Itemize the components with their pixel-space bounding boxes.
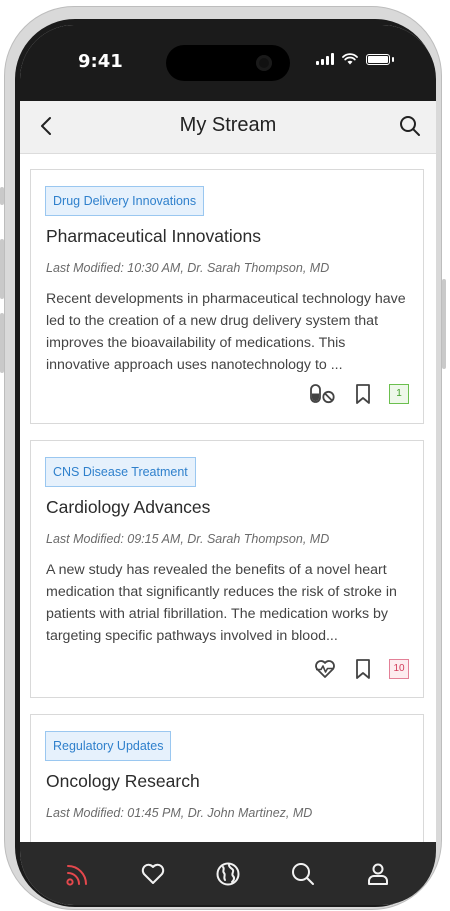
card-summary: Recent developments in pharmaceutical te… <box>46 291 406 373</box>
card-meta: Last Modified: 01:45 PM, Dr. John Martin… <box>46 806 313 820</box>
page-title: My Stream <box>179 114 277 136</box>
side-button-left-1 <box>0 187 4 205</box>
screen: 9:41 My Stream Drug Delivery Innovations… <box>20 25 436 905</box>
card-actions: 1 <box>309 382 409 406</box>
pill-no-icon[interactable] <box>309 382 337 406</box>
topic-tag[interactable]: Regulatory Updates <box>45 731 172 761</box>
dynamic-island <box>166 45 290 81</box>
card-title[interactable]: Oncology Research <box>46 771 200 792</box>
topic-tag[interactable]: CNS Disease Treatment <box>45 457 196 487</box>
battery-icon <box>366 53 390 65</box>
bottom-nav <box>20 842 436 905</box>
search-icon[interactable] <box>398 114 422 138</box>
search-icon <box>292 863 315 885</box>
card-title[interactable]: Cardiology Advances <box>46 497 210 518</box>
card-title[interactable]: Pharmaceutical Innovations <box>46 226 261 247</box>
heart-icon <box>141 863 164 884</box>
stream-card[interactable]: Regulatory Updates Oncology Research Las… <box>30 714 424 842</box>
card-meta: Last Modified: 09:15 AM, Dr. Sarah Thomp… <box>46 532 330 546</box>
status-icons <box>316 53 394 65</box>
bookmark-icon[interactable] <box>351 657 375 681</box>
stream-feed[interactable]: Drug Delivery Innovations Pharmaceutical… <box>20 154 436 842</box>
camera-icon <box>256 55 272 71</box>
cellular-signal-icon <box>316 53 334 65</box>
nav-stream[interactable] <box>58 854 98 894</box>
stream-icon <box>65 865 87 886</box>
side-button-left-2 <box>0 239 4 299</box>
phone-frame: 9:41 My Stream Drug Delivery Innovations… <box>0 6 446 910</box>
comment-count-badge[interactable]: 10 <box>389 659 409 679</box>
side-button-right <box>442 279 446 369</box>
stream-card[interactable]: Drug Delivery Innovations Pharmaceutical… <box>30 169 424 424</box>
bookmark-icon[interactable] <box>351 382 375 406</box>
wifi-icon <box>342 53 358 65</box>
card-summary: A new study has revealed the benefits of… <box>46 562 397 644</box>
nav-search[interactable] <box>283 854 323 894</box>
heart-pulse-icon[interactable] <box>313 657 337 681</box>
nav-favorites[interactable] <box>133 854 173 894</box>
nav-profile[interactable] <box>358 854 398 894</box>
app-header: My Stream <box>20 101 436 154</box>
status-bar: 9:41 <box>20 25 436 101</box>
stream-card[interactable]: CNS Disease Treatment Cardiology Advance… <box>30 440 424 698</box>
profile-icon <box>368 863 389 885</box>
status-time: 9:41 <box>78 51 123 72</box>
card-meta: Last Modified: 10:30 AM, Dr. Sarah Thomp… <box>46 261 330 275</box>
nav-explore[interactable] <box>208 854 248 894</box>
topic-tag[interactable]: Drug Delivery Innovations <box>45 186 205 216</box>
globe-icon <box>216 862 240 886</box>
comment-count-badge[interactable]: 1 <box>389 384 409 404</box>
side-button-left-3 <box>0 313 4 373</box>
card-actions: 10 <box>313 657 409 681</box>
battery-nub <box>392 56 394 62</box>
